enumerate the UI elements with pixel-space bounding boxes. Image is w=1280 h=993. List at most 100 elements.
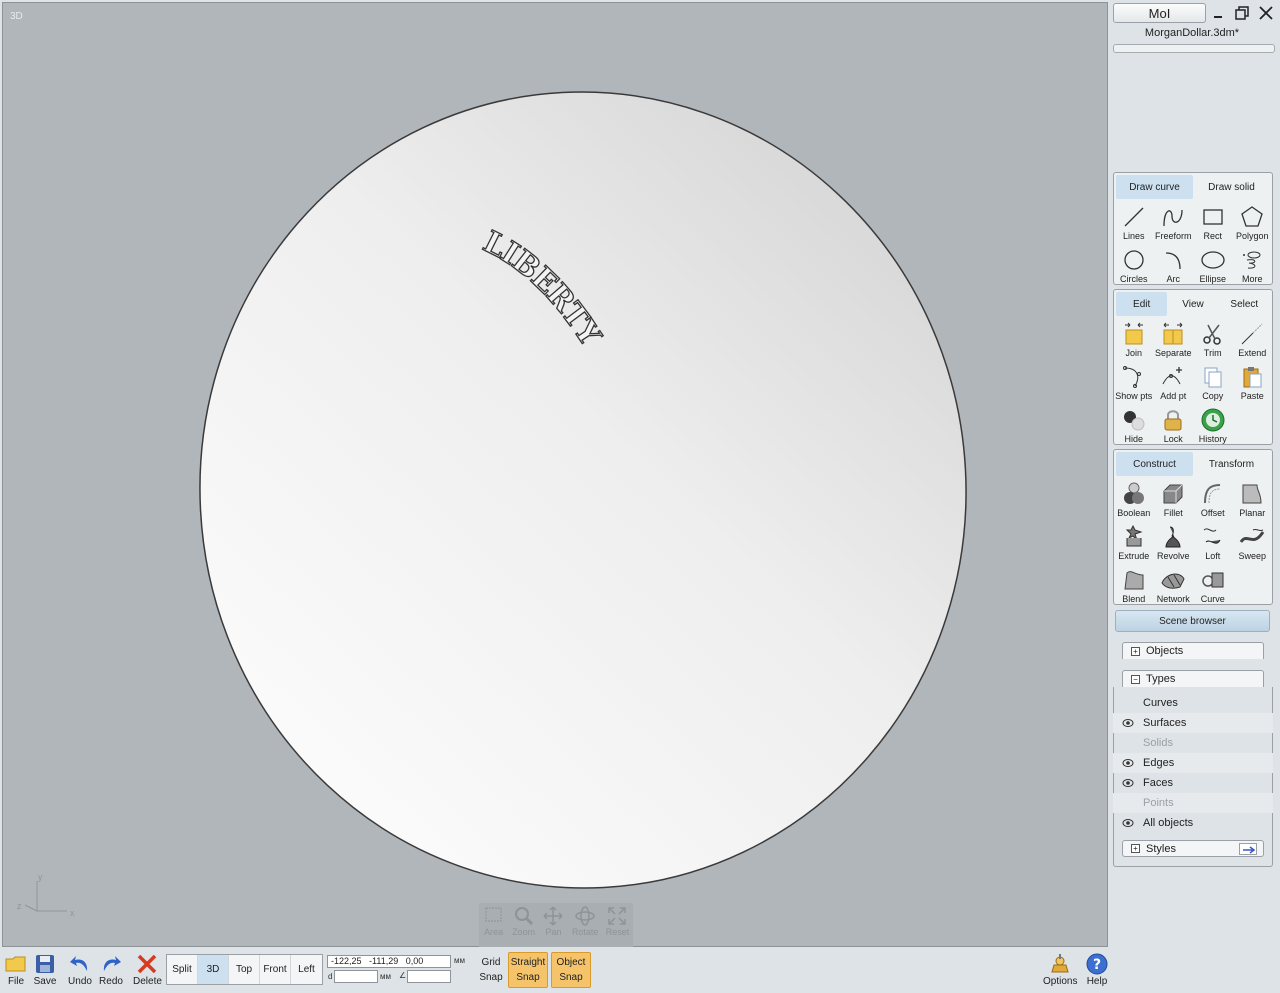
minimize-button[interactable] [1208, 3, 1228, 23]
nav-pan-button[interactable]: Pan [542, 903, 564, 947]
undo-button[interactable]: Undo [68, 952, 92, 987]
tool-add-pt[interactable]: Add pt [1154, 361, 1194, 404]
right-side-panel: MoI MorganDollar.3dm* Draw curve Draw so… [1110, 0, 1280, 948]
type-label: All objects [1143, 817, 1194, 829]
tool-lock[interactable]: Lock [1154, 404, 1194, 447]
tool-offset[interactable]: Offset [1193, 478, 1233, 521]
tool-rect[interactable]: Rect [1193, 201, 1233, 244]
tool-sweep[interactable]: Sweep [1233, 521, 1273, 564]
tab-draw-solid[interactable]: Draw solid [1193, 175, 1270, 199]
file-button[interactable]: File [4, 952, 28, 987]
tool-loft[interactable]: Loft [1193, 521, 1233, 564]
view-3d-button[interactable]: 3D [198, 955, 229, 984]
tab-select[interactable]: Select [1219, 292, 1270, 316]
tab-transform[interactable]: Transform [1193, 452, 1270, 476]
tool-extend[interactable]: Extend [1233, 318, 1273, 361]
tool-fillet[interactable]: Fillet [1154, 478, 1194, 521]
scene-canvas[interactable]: LIBERTY y x z [3, 3, 1109, 948]
type-row-curves[interactable]: Curves [1113, 693, 1273, 713]
type-row-surfaces[interactable]: Surfaces [1113, 713, 1273, 733]
view-front-button[interactable]: Front [260, 955, 291, 984]
tool-circles[interactable]: Circles [1114, 244, 1154, 287]
distance-field[interactable] [334, 970, 378, 983]
close-button[interactable] [1256, 3, 1276, 23]
nav-area-button[interactable]: Area [483, 903, 505, 947]
tab-draw-curve[interactable]: Draw curve [1116, 175, 1193, 199]
folder-icon [5, 956, 26, 972]
redo-button[interactable]: Redo [99, 952, 123, 987]
eye-icon[interactable] [1113, 758, 1143, 768]
area-zoom-icon [485, 907, 502, 922]
type-row-points[interactable]: Points [1113, 793, 1273, 813]
eye-icon[interactable] [1113, 718, 1143, 728]
styles-section[interactable]: + Styles [1122, 840, 1264, 857]
nav-reset-button[interactable]: Reset [606, 903, 629, 947]
tool-freeform[interactable]: Freeform [1154, 201, 1194, 244]
tool-planar[interactable]: Planar [1233, 478, 1273, 521]
scene-browser-header[interactable]: Scene browser [1115, 610, 1270, 632]
tool-boolean[interactable]: Boolean [1114, 478, 1154, 521]
tool-polygon[interactable]: Polygon [1233, 201, 1273, 244]
tool-revolve[interactable]: Revolve [1154, 521, 1194, 564]
angle-icon: ∠ [399, 971, 407, 980]
options-button[interactable]: Options [1043, 952, 1077, 987]
app-menu-button[interactable]: MoI [1113, 3, 1206, 23]
types-section[interactable]: − Types [1122, 670, 1264, 687]
eye-icon[interactable] [1113, 778, 1143, 788]
tool-more[interactable]: More [1233, 244, 1273, 287]
type-row-all-objects[interactable]: All objects [1113, 813, 1273, 833]
eye-icon[interactable] [1113, 818, 1143, 828]
tool-arc[interactable]: Arc [1154, 244, 1194, 287]
type-row-edges[interactable]: Edges [1113, 753, 1273, 773]
type-label: Points [1143, 797, 1174, 809]
view-top-button[interactable]: Top [229, 955, 260, 984]
view-split-button[interactable]: Split [167, 955, 198, 984]
undo-icon [70, 956, 88, 971]
angle-field[interactable] [407, 970, 451, 983]
nav-rotate-button[interactable]: Rotate [572, 903, 598, 947]
tool-blend[interactable]: Blend [1114, 564, 1154, 607]
tool-extrude[interactable]: Extrude [1114, 521, 1154, 564]
tool-curve[interactable]: Curve [1193, 564, 1233, 607]
offset-icon [1203, 484, 1220, 504]
pan-icon [543, 906, 563, 926]
objects-section[interactable]: + Objects [1122, 642, 1264, 659]
tab-construct[interactable]: Construct [1116, 452, 1193, 476]
type-row-solids[interactable]: Solids [1113, 733, 1273, 753]
rotate-icon [575, 906, 595, 926]
tool-show-pts[interactable]: Show pts [1114, 361, 1154, 404]
save-button[interactable]: Save [33, 952, 57, 987]
tool-lines[interactable]: Lines [1114, 201, 1154, 244]
tool-separate[interactable]: Separate [1154, 318, 1194, 361]
xyz-coordinate-field[interactable]: -122,25 -111,29 0,00 [327, 955, 451, 968]
view-left-button[interactable]: Left [291, 955, 322, 984]
tab-view[interactable]: View [1167, 292, 1218, 316]
bottom-toolbar: File Save Undo Redo Delete Split 3D Top … [0, 948, 1280, 993]
close-icon [1259, 6, 1273, 20]
copy-icon [1204, 367, 1222, 388]
tool-trim[interactable]: Trim [1193, 318, 1233, 361]
help-button[interactable]: ? Help [1085, 952, 1109, 987]
tool-hide[interactable]: Hide [1114, 404, 1154, 447]
zoom-icon [514, 907, 533, 926]
tool-join[interactable]: Join [1114, 318, 1154, 361]
grid-snap-toggle[interactable]: Grid Snap [475, 952, 507, 988]
distance-label: d [328, 972, 333, 981]
3d-viewport[interactable]: LIBERTY y x z 3D Area Zoom Pan Rotate Re… [2, 2, 1108, 947]
tool-ellipse[interactable]: Ellipse [1193, 244, 1233, 287]
delete-button[interactable]: Delete [133, 952, 162, 987]
coin-surface [199, 91, 967, 889]
tool-copy[interactable]: Copy [1193, 361, 1233, 404]
show-points-icon [1122, 366, 1141, 388]
paste-icon [1243, 367, 1262, 388]
object-snap-toggle[interactable]: Object Snap [551, 952, 591, 988]
straight-snap-toggle[interactable]: Straight Snap [508, 952, 548, 988]
tool-network[interactable]: Network [1154, 564, 1194, 607]
tool-history[interactable]: History [1193, 404, 1233, 447]
nav-zoom-button[interactable]: Zoom [512, 903, 535, 947]
restore-button[interactable] [1232, 3, 1252, 23]
tab-edit[interactable]: Edit [1116, 292, 1168, 316]
tool-paste[interactable]: Paste [1233, 361, 1273, 404]
type-row-faces[interactable]: Faces [1113, 773, 1273, 793]
arc-icon [1166, 252, 1181, 270]
